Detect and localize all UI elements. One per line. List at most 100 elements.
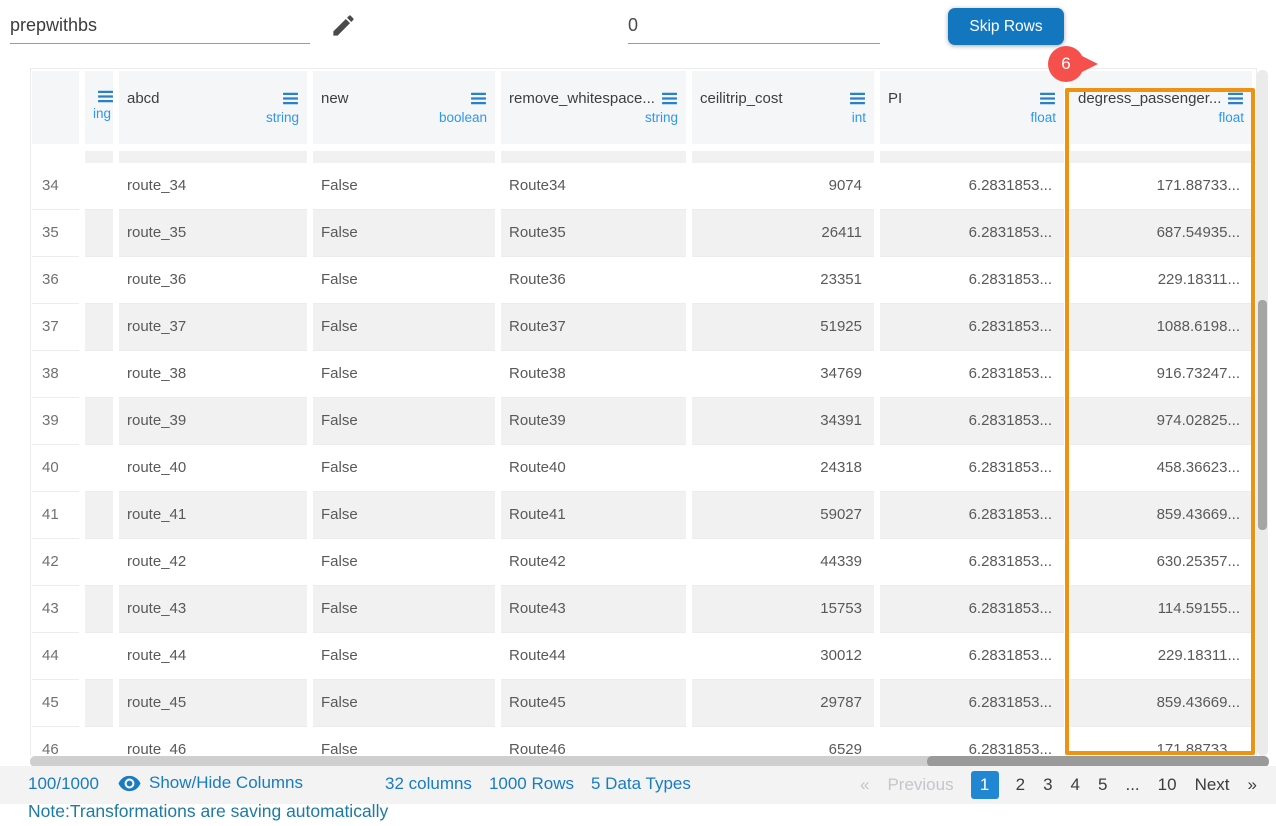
table-cell: 6.2831853...: [880, 398, 1064, 445]
row-number: 36: [32, 257, 79, 304]
column-header-remove-whitespace[interactable]: remove_whitespace...string: [501, 71, 686, 144]
table-cell: 6.2831853...: [880, 539, 1064, 586]
table-cell: False: [313, 492, 495, 539]
column-type: float: [888, 110, 1056, 125]
row-number: 43: [32, 586, 79, 633]
table-cell: 6.2831853...: [880, 351, 1064, 398]
autosave-note: Note:Transformations are saving automati…: [28, 801, 388, 822]
pagination-page-active[interactable]: 1: [971, 771, 999, 799]
table-cell: 9074: [692, 163, 874, 210]
partial-row-cell: [85, 151, 113, 163]
table-cell: Route35: [501, 210, 686, 257]
pagination-next[interactable]: Next: [1186, 771, 1239, 799]
row-number: 41: [32, 492, 79, 539]
table-cell: False: [313, 445, 495, 492]
table-stats: 32 columns 1000 Rows 5 Data Types: [385, 774, 691, 794]
column-header-ceilitrip-cost[interactable]: ceilitrip_costint: [692, 71, 874, 144]
table-cell: [85, 586, 113, 633]
table-cell: route_40: [119, 445, 307, 492]
row-number: 45: [32, 680, 79, 727]
skip-rows-button[interactable]: Skip Rows: [948, 8, 1064, 45]
pagination-page-4[interactable]: 4: [1062, 771, 1089, 799]
partial-row-cell: [501, 151, 686, 163]
table-cell: 29787: [692, 680, 874, 727]
column-menu-icon[interactable]: [282, 92, 299, 105]
column-type: string: [127, 110, 299, 125]
column-header-pi[interactable]: PIfloat: [880, 71, 1064, 144]
table-cell: route_36: [119, 257, 307, 304]
dataset-name-input[interactable]: [10, 8, 310, 44]
row-number: 44: [32, 633, 79, 680]
table-cell: [85, 492, 113, 539]
table-cell: route_45: [119, 680, 307, 727]
pagination-page-5[interactable]: 5: [1089, 771, 1116, 799]
table-cell: [85, 727, 113, 756]
table-cell: False: [313, 586, 495, 633]
row-number: 34: [32, 163, 79, 210]
table-cell: False: [313, 680, 495, 727]
show-hide-columns-label: Show/Hide Columns: [149, 773, 303, 793]
pagination-prev-arrow[interactable]: «: [851, 771, 878, 799]
partial-row-cell: [119, 151, 307, 163]
table-cell: 6.2831853...: [880, 633, 1064, 680]
table-cell: Route34: [501, 163, 686, 210]
column-type: float: [1078, 110, 1244, 125]
row-number: 39: [32, 398, 79, 445]
pagination-previous[interactable]: Previous: [878, 771, 962, 799]
column-name: degress_passenger...: [1078, 90, 1221, 107]
header-body-gap: [32, 144, 1252, 151]
table-cell: 6.2831853...: [880, 727, 1064, 756]
annotation-badge-number: 6: [1061, 54, 1070, 74]
pagination: «Previous 12345...10Next»: [851, 771, 1266, 799]
column-name: remove_whitespace...: [509, 90, 655, 107]
table-cell: 458.36623...: [1070, 445, 1252, 492]
table-cell: False: [313, 398, 495, 445]
data-table: ingabcdstringnewbooleanremove_whitespace…: [30, 68, 1257, 756]
data-grid: ingabcdstringnewbooleanremove_whitespace…: [31, 69, 1256, 756]
partial-row-cell: [32, 151, 79, 163]
pagination-next-arrow[interactable]: »: [1239, 771, 1266, 799]
column-menu-icon[interactable]: [661, 92, 678, 105]
table-cell: [85, 633, 113, 680]
pagination-page-3[interactable]: 3: [1034, 771, 1061, 799]
column-menu-icon[interactable]: [97, 90, 114, 103]
column-header: [32, 71, 79, 144]
pagination-ellipsis: ...: [1116, 771, 1148, 799]
table-cell: route_39: [119, 398, 307, 445]
table-cell: route_35: [119, 210, 307, 257]
table-cell: 6.2831853...: [880, 586, 1064, 633]
table-cell: route_41: [119, 492, 307, 539]
column-header-degress-passenger[interactable]: degress_passenger...float: [1070, 71, 1252, 144]
column-menu-icon[interactable]: [1039, 92, 1056, 105]
table-cell: 6529: [692, 727, 874, 756]
table-cell: Route38: [501, 351, 686, 398]
table-cell: [85, 210, 113, 257]
column-menu-icon[interactable]: [1227, 92, 1244, 105]
table-cell: 34391: [692, 398, 874, 445]
pagination-page-10[interactable]: 10: [1149, 771, 1186, 799]
table-cell: route_42: [119, 539, 307, 586]
column-name: ceilitrip_cost: [700, 90, 783, 107]
table-cell: 974.02825...: [1070, 398, 1252, 445]
table-cell: 24318: [692, 445, 874, 492]
vertical-scrollbar-thumb[interactable]: [1258, 300, 1267, 530]
row-number: 38: [32, 351, 79, 398]
table-cell: Route37: [501, 304, 686, 351]
row-number: 35: [32, 210, 79, 257]
edit-pencil-icon[interactable]: [330, 12, 357, 39]
table-cell: [85, 304, 113, 351]
table-cell: 1088.6198...: [1070, 304, 1252, 351]
column-menu-icon[interactable]: [470, 92, 487, 105]
table-cell: 171.88733...: [1070, 163, 1252, 210]
column-menu-icon[interactable]: [849, 92, 866, 105]
column-header-new[interactable]: newboolean: [313, 71, 495, 144]
column-header[interactable]: ing: [85, 71, 113, 144]
table-cell: Route41: [501, 492, 686, 539]
table-cell: False: [313, 351, 495, 398]
column-header-abcd[interactable]: abcdstring: [119, 71, 307, 144]
table-cell: False: [313, 727, 495, 756]
pagination-page-2[interactable]: 2: [1007, 771, 1034, 799]
partial-row-cell: [1070, 151, 1252, 163]
show-hide-columns-button[interactable]: Show/Hide Columns: [118, 773, 303, 793]
skip-rows-input[interactable]: [628, 8, 880, 44]
